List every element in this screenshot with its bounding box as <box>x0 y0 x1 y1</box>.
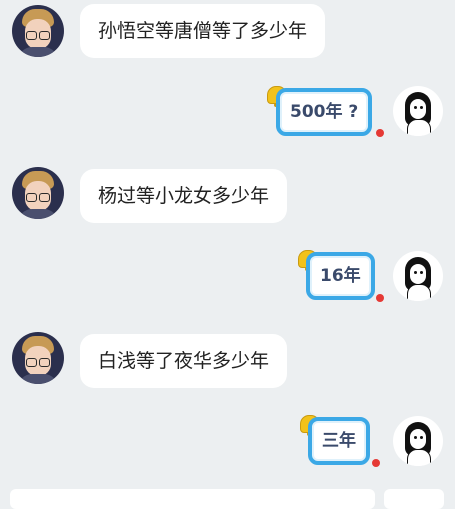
avatar-face <box>410 264 426 284</box>
chat-bubble-sent[interactable]: 16年 <box>306 252 375 300</box>
avatar[interactable] <box>12 332 64 384</box>
avatar-eye <box>414 436 417 439</box>
glasses-icon <box>26 358 50 367</box>
chat-bubble-received[interactable]: 杨过等小龙女多少年 <box>80 169 288 223</box>
avatar-body <box>407 284 431 301</box>
unread-dot <box>372 459 380 467</box>
avatar-eye <box>420 106 423 109</box>
avatar-eye <box>420 436 423 439</box>
send-button[interactable] <box>384 489 444 509</box>
message-input[interactable] <box>10 489 375 509</box>
avatar-body <box>407 119 431 136</box>
avatar[interactable] <box>393 86 443 136</box>
avatar[interactable] <box>12 167 64 219</box>
avatar-face <box>410 429 426 449</box>
avatar-shirt <box>18 209 58 219</box>
avatar[interactable] <box>12 5 64 57</box>
unread-dot <box>376 294 384 302</box>
avatar-eye <box>414 106 417 109</box>
avatar-body <box>407 449 431 466</box>
chat-bubble-received[interactable]: 白浅等了夜华多少年 <box>80 334 288 388</box>
glasses-icon <box>26 31 50 40</box>
avatar[interactable] <box>393 416 443 466</box>
avatar[interactable] <box>393 251 443 301</box>
unread-dot <box>376 129 384 137</box>
chat-bubble-sent[interactable]: 500年 ? <box>276 88 373 136</box>
avatar-shirt <box>18 47 58 57</box>
avatar-eye <box>420 271 423 274</box>
avatar-face <box>410 99 426 119</box>
glasses-icon <box>26 193 50 202</box>
avatar-eye <box>414 271 417 274</box>
chat-bubble-received[interactable]: 孙悟空等唐僧等了多少年 <box>80 4 326 58</box>
chat-bubble-sent[interactable]: 三年 <box>308 417 370 465</box>
avatar-shirt <box>18 374 58 384</box>
